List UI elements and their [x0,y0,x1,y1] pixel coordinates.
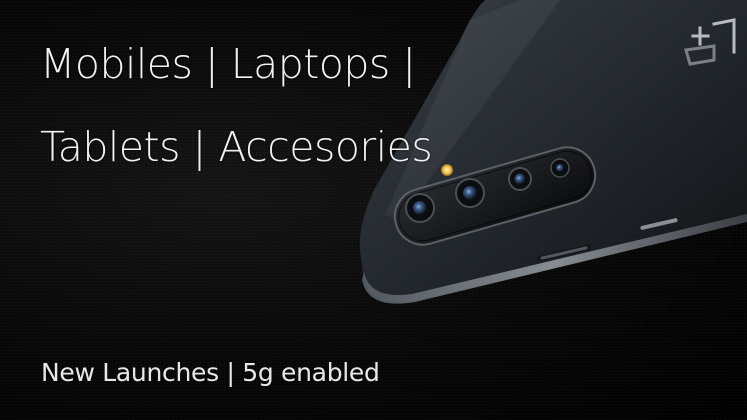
promo-banner: Mobiles | Laptops | Tablets | Accesories… [0,0,747,420]
headline-categories-line-2: Tablets | Accesories [40,123,433,171]
headline-categories-line-1: Mobiles | Laptops | [40,40,416,88]
camera-lens [550,158,570,178]
camera-lens [455,178,485,208]
tagline: New Launches | 5g enabled [41,358,380,387]
camera-lens [405,193,435,223]
camera-lens [508,167,532,191]
flash-icon [441,164,453,176]
